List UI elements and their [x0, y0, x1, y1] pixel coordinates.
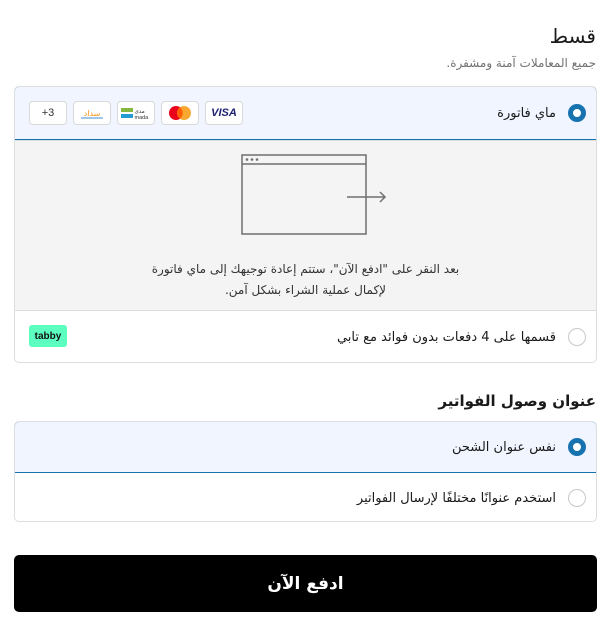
payment-option-tabby[interactable]: قسمها على 4 دفعات بدون فوائد مع تابي tab…: [15, 311, 596, 362]
tabby-label: قسمها على 4 دفعات بدون فوائد مع تابي: [336, 329, 556, 345]
myfatoorah-radio[interactable]: [568, 104, 586, 122]
more-cards-badge[interactable]: +3: [29, 101, 67, 125]
payment-section-title: قسط: [549, 24, 596, 48]
sadad-text: سداد: [84, 109, 101, 118]
redirect-message-line1: بعد النقر على "ادفع الآن"، ستتم إعادة تو…: [151, 262, 460, 276]
payment-option-myfatoorah[interactable]: ماي فاتورة VISA مدى mada سداد +3: [15, 87, 596, 140]
redirect-message-line2: لإكمال عملية الشراء بشكل آمن.: [224, 283, 386, 297]
billing-address-box: نفس عنوان الشحن استخدم عنوانًا مختلفًا ل…: [14, 421, 597, 522]
tabby-logo-icon: tabby: [29, 325, 67, 347]
redirect-message: بعد النقر على "ادفع الآن"، ستتم إعادة تو…: [15, 259, 596, 301]
card-logos: VISA مدى mada سداد +3: [29, 101, 243, 125]
billing-option-same[interactable]: نفس عنوان الشحن: [15, 422, 596, 473]
same-address-label: نفس عنوان الشحن: [451, 439, 556, 455]
tabby-radio[interactable]: [568, 328, 586, 346]
mastercard-logo-icon: [161, 101, 199, 125]
same-address-radio[interactable]: [568, 438, 586, 456]
sadad-logo-icon: سداد: [73, 101, 111, 125]
different-address-radio[interactable]: [568, 489, 586, 507]
billing-address-title: عنوان وصول الفواتير: [438, 392, 596, 410]
redirect-info-panel: بعد النقر على "ادفع الآن"، ستتم إعادة تو…: [15, 140, 596, 311]
payment-section-subtitle: جميع المعاملات آمنة ومشفرة.: [446, 56, 596, 70]
visa-logo-icon: VISA: [205, 101, 243, 125]
svg-text:mada: mada: [135, 115, 150, 121]
billing-option-different[interactable]: استخدم عنوانًا مختلفًا لإرسال الفواتير: [15, 473, 596, 521]
mada-logo-icon: مدى mada: [117, 101, 155, 125]
different-address-label: استخدم عنوانًا مختلفًا لإرسال الفواتير: [356, 490, 556, 506]
pay-now-button[interactable]: ادفع الآن: [14, 555, 597, 612]
browser-redirect-icon: [241, 154, 387, 235]
myfatoorah-label: ماي فاتورة: [497, 105, 556, 121]
payment-methods-box: ماي فاتورة VISA مدى mada سداد +3 بعد الن…: [14, 86, 597, 363]
